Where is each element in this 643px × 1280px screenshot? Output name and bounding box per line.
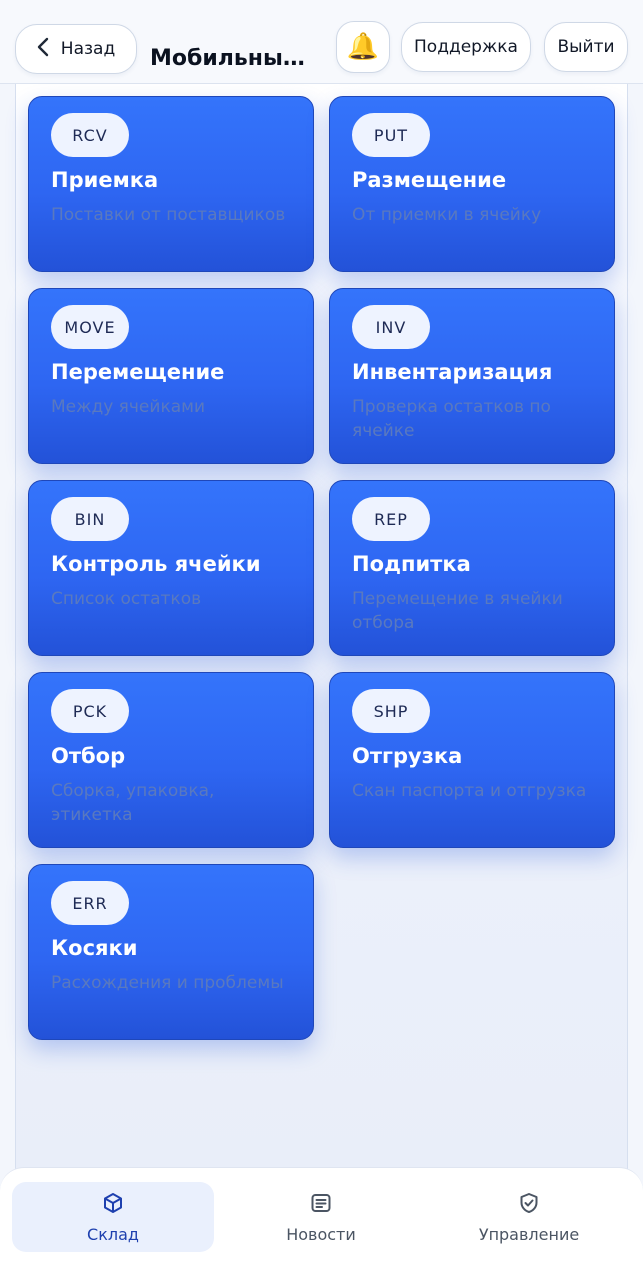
tile-description: От приемки в ячейку [352,205,542,225]
tile-err[interactable]: ERR Косяки Расхождения и проблемы [28,864,314,1040]
tile-title: Инвентаризация [352,360,553,384]
back-button[interactable]: Назад [15,24,137,74]
tile-move[interactable]: MOVE Перемещение Между ячейками [28,288,314,464]
tile-bin[interactable]: BIN Контроль ячейки Список остатков [28,480,314,656]
tile-rep[interactable]: REP Подпитка Перемещение в ячейки отбора [329,480,615,656]
tile-shp[interactable]: SHP Отгрузка Скан паспорта и отгрузка [329,672,615,848]
shield-check-icon [517,1191,541,1219]
box-icon [101,1191,125,1219]
tile-code-badge: MOVE [51,305,129,349]
logout-button[interactable]: Выйти [544,22,628,72]
tile-title: Косяки [51,936,138,960]
nav-item-news[interactable]: Новости [220,1182,422,1252]
nav-item-label: Новости [286,1224,356,1244]
tile-rcv[interactable]: RCV Приемка Поставки от поставщиков [28,96,314,272]
back-button-label: Назад [60,39,116,59]
tile-description: Скан паспорта и отгрузка [352,781,587,801]
tile-title: Перемещение [51,360,225,384]
tile-put[interactable]: PUT Размещение От приемки в ячейку [329,96,615,272]
tile-code-badge: SHP [352,689,430,733]
tile-code-badge: PUT [352,113,430,157]
tile-description: Расхождения и проблемы [51,973,284,993]
tile-description: Сборка, упаковка, этикетка [51,781,215,825]
tile-description: Перемещение в ячейки отбора [352,589,563,633]
tile-code-badge: RCV [51,113,129,157]
tile-code-badge: REP [352,497,430,541]
tile-inv[interactable]: INV Инвентаризация Проверка остатков по … [329,288,615,464]
tile-description: Проверка остатков по ячейке [352,397,551,441]
nav-item-warehouse[interactable]: Склад [12,1182,214,1252]
bell-icon: 🔔 [346,32,380,62]
notifications-button[interactable]: 🔔 [336,21,390,73]
tile-code-badge: PCK [51,689,129,733]
nav-item-management[interactable]: Управление [428,1182,630,1252]
nav-item-label: Управление [478,1224,580,1244]
tile-title: Контроль ячейки [51,552,261,576]
tile-title: Подпитка [352,552,471,576]
tile-title: Размещение [352,168,507,192]
tile-title: Отбор [51,744,126,768]
news-icon [309,1191,333,1219]
top-bar: Назад Мобильный ... 🔔 Поддержка Выйти [0,0,643,84]
tile-title: Приемка [51,168,159,192]
tile-pck[interactable]: PCK Отбор Сборка, упаковка, этикетка [28,672,314,848]
tile-description: Список остатков [51,589,202,609]
support-button[interactable]: Поддержка [401,22,531,72]
tile-code-badge: ERR [51,881,129,925]
tile-title: Отгрузка [352,744,463,768]
tile-code-badge: INV [352,305,430,349]
tile-description: Между ячейками [51,397,205,417]
chevron-left-icon [37,37,49,62]
nav-item-label: Склад [87,1224,139,1244]
tile-code-badge: BIN [51,497,129,541]
bottom-nav: Склад Новости Управление [0,1167,643,1280]
page-title: Мобильный ... [150,46,320,71]
tile-description: Поставки от поставщиков [51,205,286,225]
